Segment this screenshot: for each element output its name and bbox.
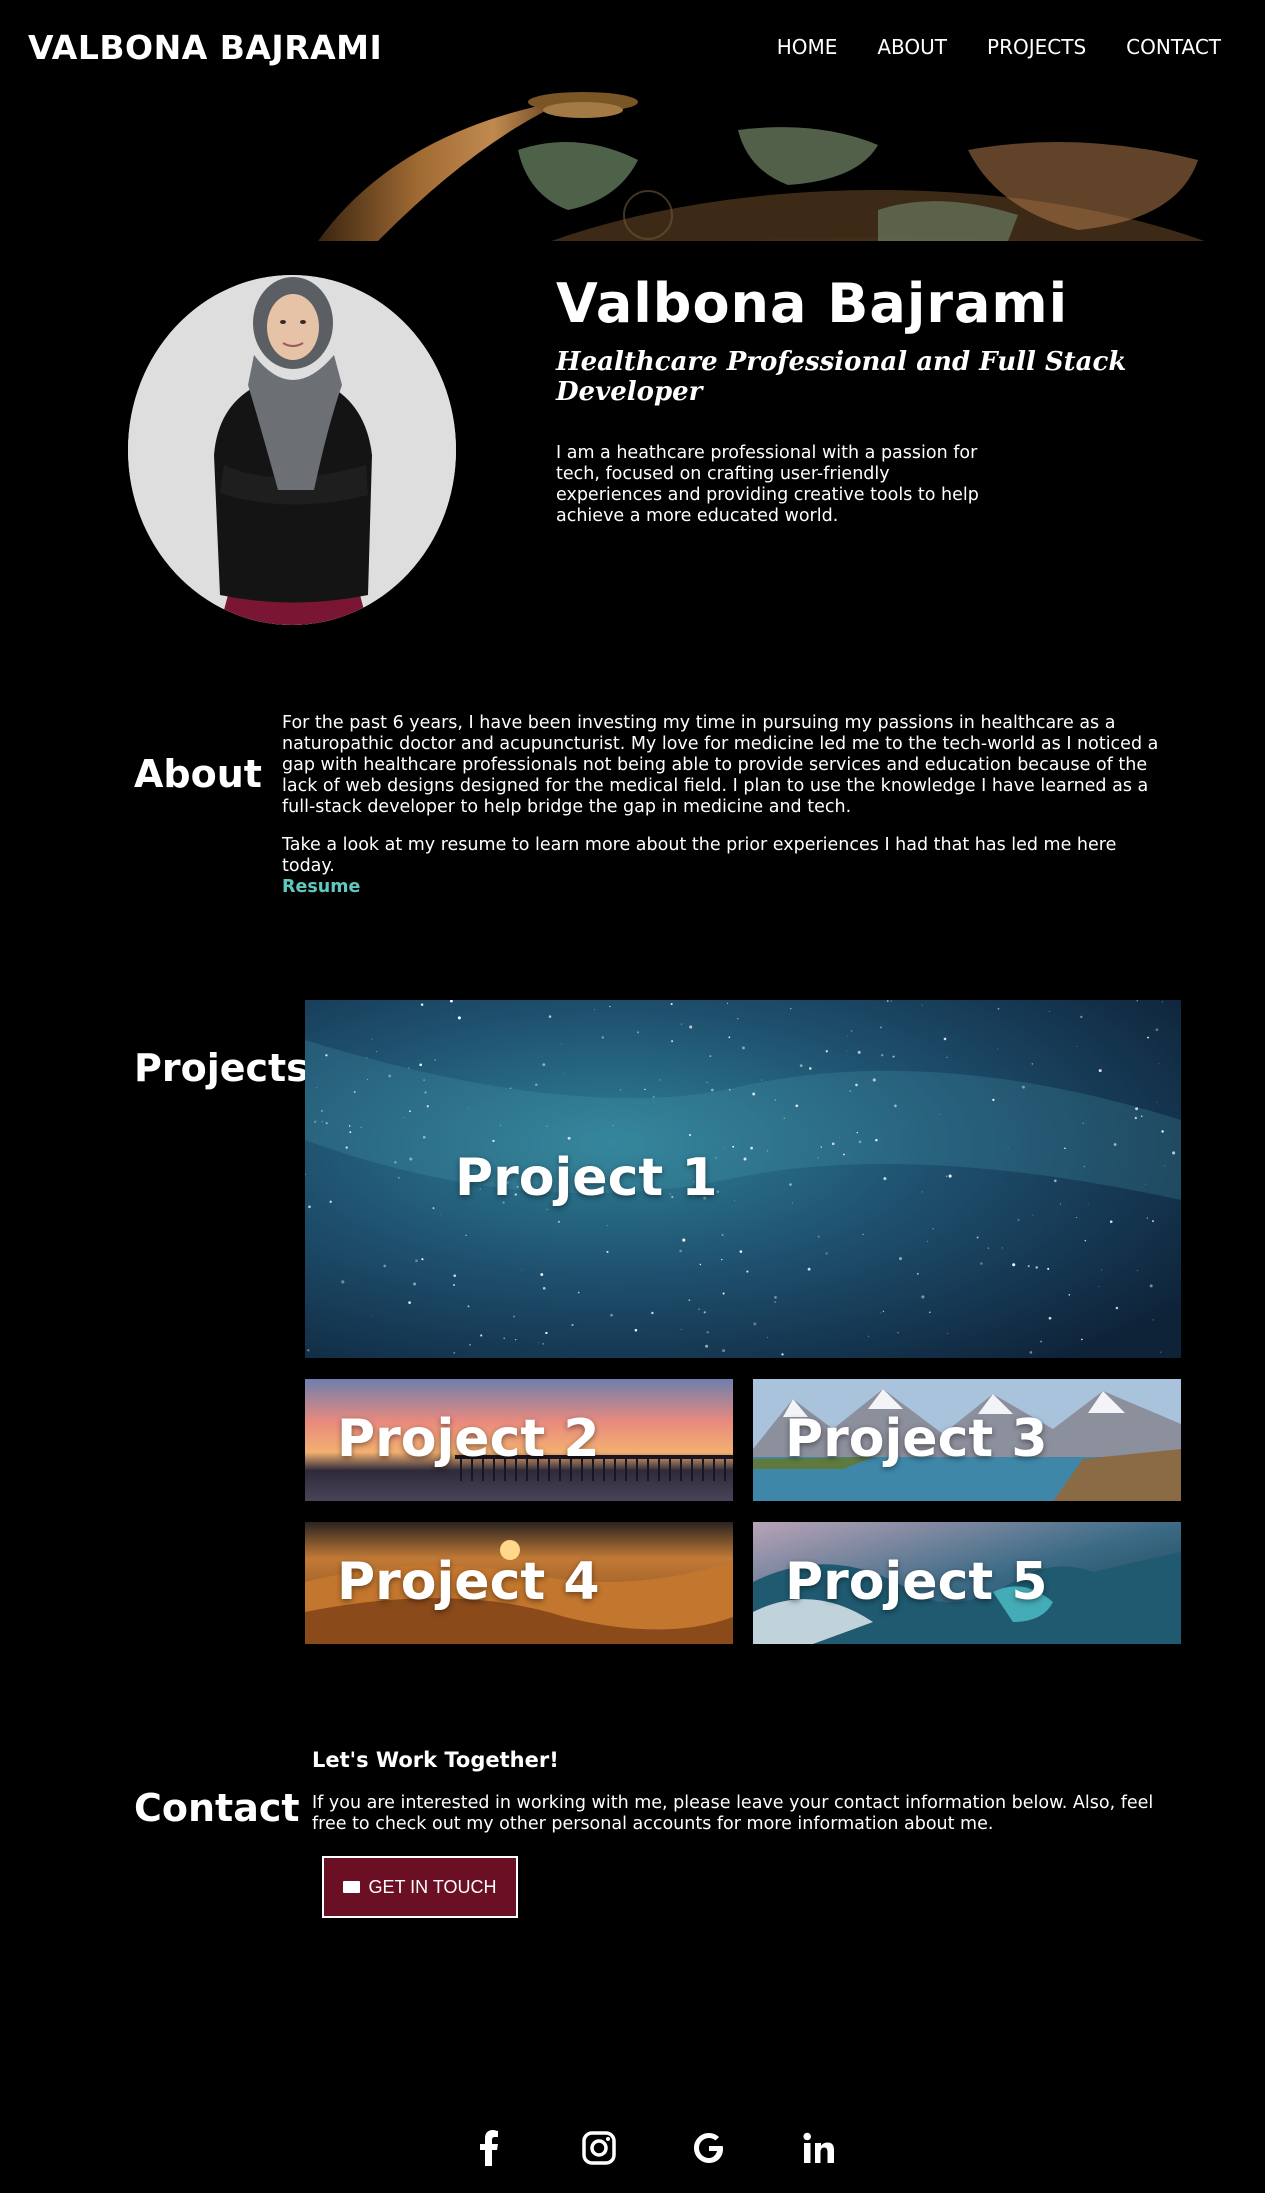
google-icon[interactable] — [691, 2130, 727, 2166]
project-card-2[interactable]: Project 2 — [305, 1379, 733, 1501]
starry-sky-image — [305, 1000, 1181, 1358]
envelope-icon — [343, 1881, 361, 1893]
hero-name: Valbona Bajrami — [556, 272, 1069, 335]
about-paragraph-2: Take a look at my resume to learn more a… — [282, 835, 1117, 876]
contact-heading: Contact — [134, 1786, 300, 1830]
nav-about[interactable]: ABOUT — [877, 35, 947, 59]
project-2-label: Project 2 — [337, 1409, 600, 1469]
project-5-label: Project 5 — [785, 1552, 1048, 1612]
social-links — [0, 2130, 1265, 2166]
nav-projects[interactable]: PROJECTS — [987, 35, 1086, 59]
get-in-touch-button[interactable]: GET IN TOUCH — [322, 1856, 518, 1918]
about-paragraph-1: For the past 6 years, I have been invest… — [282, 713, 1159, 817]
main-nav: HOME ABOUT PROJECTS CONTACT — [777, 35, 1221, 59]
profile-photo — [128, 275, 456, 625]
project-card-1[interactable]: Project 1 — [305, 1000, 1181, 1358]
project-card-5[interactable]: Project 5 — [753, 1522, 1181, 1644]
hero-subtitle: Healthcare Professional and Full Stack D… — [556, 347, 1127, 407]
contact-text: If you are interested in working with me… — [312, 1793, 1154, 1834]
project-card-4[interactable]: Project 4 — [305, 1522, 733, 1644]
project-1-label: Project 1 — [455, 1148, 718, 1208]
facebook-icon[interactable] — [471, 2130, 507, 2166]
about-body: For the past 6 years, I have been invest… — [282, 713, 1162, 898]
resume-link[interactable]: Resume — [282, 877, 1162, 898]
site-brand[interactable]: VALBONA BAJRAMI — [28, 28, 382, 67]
project-3-label: Project 3 — [785, 1409, 1048, 1469]
about-heading: About — [134, 752, 262, 796]
contact-subheading: Let's Work Together! — [312, 1748, 559, 1772]
project-card-3[interactable]: Project 3 — [753, 1379, 1181, 1501]
hero-description: I am a heathcare professional with a pas… — [556, 443, 979, 526]
nav-home[interactable]: HOME — [777, 35, 838, 59]
instagram-icon[interactable] — [581, 2130, 617, 2166]
get-in-touch-label: GET IN TOUCH — [368, 1876, 497, 1897]
linkedin-icon[interactable] — [801, 2130, 837, 2166]
project-4-label: Project 4 — [337, 1552, 600, 1612]
globe-banner-image — [318, 90, 1258, 241]
nav-contact[interactable]: CONTACT — [1126, 35, 1221, 59]
projects-heading: Projects — [134, 1046, 309, 1090]
